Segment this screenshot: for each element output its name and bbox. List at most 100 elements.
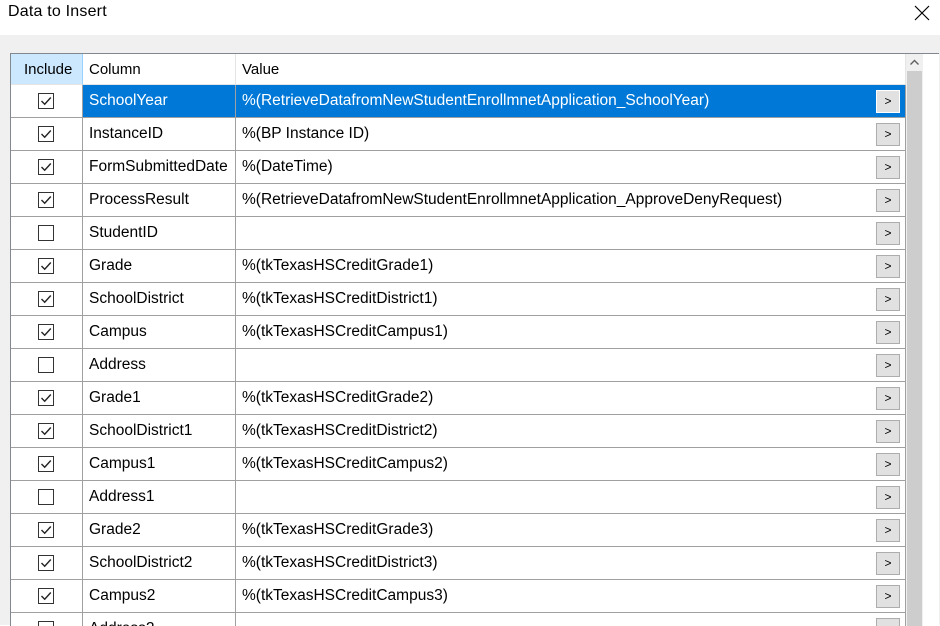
scroll-up-button[interactable]	[906, 54, 923, 71]
value-cell[interactable]	[236, 217, 906, 250]
checkmark-icon	[41, 97, 52, 106]
value-cell[interactable]: %(tkTexasHSCreditDistrict2)	[236, 415, 906, 448]
value-picker-button[interactable]: >	[876, 453, 900, 476]
table-row[interactable]: Campus1 %(tkTexasHSCreditCampus2) >	[11, 448, 906, 481]
data-grid: Include Column Value SchoolYear %(Retriev…	[10, 53, 939, 626]
value-picker-button[interactable]: >	[876, 123, 900, 146]
include-checkbox[interactable]	[38, 357, 54, 373]
header-column[interactable]: Column	[83, 54, 236, 85]
value-picker-button[interactable]: >	[876, 288, 900, 311]
value-cell[interactable]	[236, 481, 906, 514]
include-checkbox[interactable]	[38, 588, 54, 604]
value-picker-button[interactable]: >	[876, 222, 900, 245]
include-cell	[11, 415, 83, 448]
include-checkbox[interactable]	[38, 390, 54, 406]
table-row[interactable]: Campus %(tkTexasHSCreditCampus1) >	[11, 316, 906, 349]
value-picker-button[interactable]: >	[876, 552, 900, 575]
value-picker-button[interactable]: >	[876, 420, 900, 443]
table-row[interactable]: StudentID >	[11, 217, 906, 250]
value-cell[interactable]: %(RetrieveDatafromNewStudentEnrollmnetAp…	[236, 85, 906, 118]
value-cell[interactable]: %(tkTexasHSCreditCampus1)	[236, 316, 906, 349]
column-name-cell: InstanceID	[83, 118, 236, 151]
value-text: %(RetrieveDatafromNewStudentEnrollmnetAp…	[242, 92, 710, 109]
table-row[interactable]: Grade2 %(tkTexasHSCreditGrade3) >	[11, 514, 906, 547]
value-picker-button[interactable]: >	[876, 90, 900, 113]
include-checkbox[interactable]	[38, 126, 54, 142]
value-text: %(DateTime)	[242, 158, 333, 175]
table-row[interactable]: Address2>	[11, 613, 906, 626]
value-text: %(tkTexasHSCreditCampus2)	[242, 455, 448, 472]
include-checkbox[interactable]	[38, 159, 54, 175]
grid-rows: SchoolYear %(RetrieveDatafromNewStudentEn…	[11, 85, 906, 626]
table-row[interactable]: Campus2 %(tkTexasHSCreditCampus3) >	[11, 580, 906, 613]
header-value[interactable]: Value	[236, 54, 906, 85]
table-row[interactable]: SchoolDistrict2 %(tkTexasHSCreditDistrict…	[11, 547, 906, 580]
include-checkbox[interactable]	[38, 324, 54, 340]
table-row[interactable]: Grade %(tkTexasHSCreditGrade1) >	[11, 250, 906, 283]
value-picker-button[interactable]: >	[876, 519, 900, 542]
value-cell[interactable]: %(tkTexasHSCreditCampus3)	[236, 580, 906, 613]
table-row[interactable]: InstanceID %(BP Instance ID) >	[11, 118, 906, 151]
value-cell[interactable]: %(tkTexasHSCreditDistrict1)	[236, 283, 906, 316]
include-checkbox[interactable]	[38, 192, 54, 208]
include-checkbox[interactable]	[38, 225, 54, 241]
value-text: %(RetrieveDatafromNewStudentEnrollmnetAp…	[242, 191, 783, 208]
table-row[interactable]: SchoolDistrict1 %(tkTexasHSCreditDistrict…	[11, 415, 906, 448]
table-row[interactable]: Address1 >	[11, 481, 906, 514]
column-name-cell: Address2	[83, 613, 236, 626]
column-name-cell: Grade2	[83, 514, 236, 547]
title-bar: Data to Insert	[0, 0, 940, 35]
include-checkbox[interactable]	[38, 489, 54, 505]
include-cell	[11, 184, 83, 217]
include-checkbox[interactable]	[38, 258, 54, 274]
column-name-cell: Grade	[83, 250, 236, 283]
value-picker-button[interactable]: >	[876, 486, 900, 509]
value-cell[interactable]: %(RetrieveDatafromNewStudentEnrollmnetAp…	[236, 184, 906, 217]
column-name-cell: StudentID	[83, 217, 236, 250]
value-cell[interactable]	[236, 613, 906, 626]
value-picker-button[interactable]: >	[876, 255, 900, 278]
scroll-thumb[interactable]	[907, 71, 922, 626]
value-text: %(tkTexasHSCreditCampus1)	[242, 323, 448, 340]
column-name-cell: Campus	[83, 316, 236, 349]
value-cell[interactable]: %(BP Instance ID)	[236, 118, 906, 151]
header-include[interactable]: Include	[11, 54, 83, 85]
close-icon	[914, 5, 930, 21]
include-cell	[11, 151, 83, 184]
value-picker-button[interactable]: >	[876, 387, 900, 410]
table-row[interactable]: SchoolDistrict %(tkTexasHSCreditDistrict1…	[11, 283, 906, 316]
value-cell[interactable]: %(tkTexasHSCreditDistrict3)	[236, 547, 906, 580]
include-checkbox[interactable]	[38, 93, 54, 109]
table-row[interactable]: FormSubmittedDate %(DateTime) >	[11, 151, 906, 184]
table-row[interactable]: ProcessResult %(RetrieveDatafromNewStuden…	[11, 184, 906, 217]
include-checkbox[interactable]	[38, 621, 54, 626]
close-button[interactable]	[905, 0, 940, 28]
include-checkbox[interactable]	[38, 291, 54, 307]
vertical-scrollbar[interactable]	[906, 54, 923, 626]
chevron-up-icon	[910, 59, 919, 65]
value-picker-button[interactable]: >	[876, 189, 900, 212]
include-checkbox[interactable]	[38, 555, 54, 571]
include-cell	[11, 481, 83, 514]
value-cell[interactable]: %(tkTexasHSCreditGrade1)	[236, 250, 906, 283]
column-name-cell: Campus2	[83, 580, 236, 613]
include-checkbox[interactable]	[38, 456, 54, 472]
value-cell[interactable]: %(tkTexasHSCreditGrade2)	[236, 382, 906, 415]
value-picker-button[interactable]: >	[876, 585, 900, 608]
value-cell[interactable]: %(tkTexasHSCreditGrade3)	[236, 514, 906, 547]
value-cell[interactable]	[236, 349, 906, 382]
value-cell[interactable]: %(tkTexasHSCreditCampus2)	[236, 448, 906, 481]
value-picker-button[interactable]: >	[876, 321, 900, 344]
table-row[interactable]: SchoolYear %(RetrieveDatafromNewStudentEn…	[11, 85, 906, 118]
table-row[interactable]: Grade1 %(tkTexasHSCreditGrade2) >	[11, 382, 906, 415]
checkmark-icon	[41, 295, 52, 304]
table-row[interactable]: Address >	[11, 349, 906, 382]
column-name-cell: Campus1	[83, 448, 236, 481]
value-picker-button[interactable]: >	[876, 354, 900, 377]
value-picker-button[interactable]: >	[876, 156, 900, 179]
value-cell[interactable]: %(DateTime)	[236, 151, 906, 184]
column-name-cell: Address	[83, 349, 236, 382]
include-cell	[11, 580, 83, 613]
include-checkbox[interactable]	[38, 522, 54, 538]
include-checkbox[interactable]	[38, 423, 54, 439]
